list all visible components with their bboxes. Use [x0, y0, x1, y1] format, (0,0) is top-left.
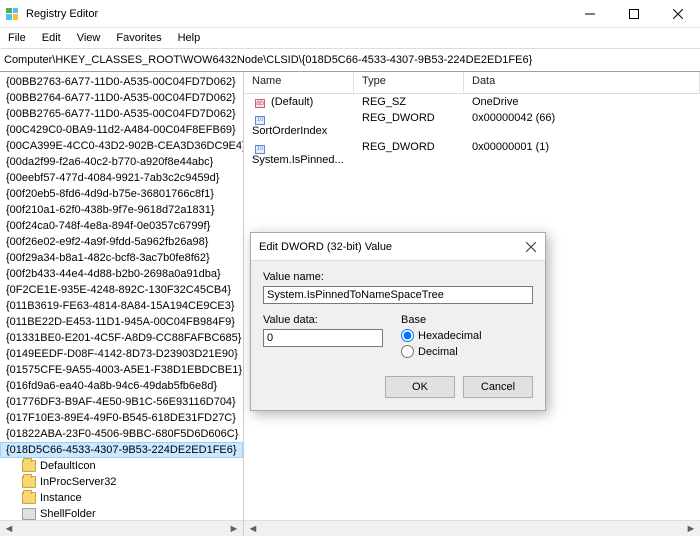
app-icon: [0, 0, 24, 27]
maximize-button[interactable]: [612, 0, 656, 27]
tree-item-selected[interactable]: {018D5C66-4533-4307-9B53-224DE2ED1FE6}: [0, 442, 243, 458]
menu-file[interactable]: File: [8, 32, 26, 44]
value-name-input[interactable]: [263, 286, 533, 304]
value-data: OneDrive: [464, 95, 700, 109]
radio-dec[interactable]: [401, 345, 414, 358]
scroll-right-icon[interactable]: ►: [227, 522, 241, 536]
title-bar: Registry Editor: [0, 0, 700, 28]
tree-item[interactable]: {016fd9a6-ea40-4a8b-94c6-49dab5fb6e8d}: [0, 378, 243, 394]
tree-item[interactable]: {00BB2765-6A77-11D0-A535-00C04FD7D062}: [0, 106, 243, 122]
value-name: SortOrderIndex: [252, 125, 327, 137]
value-data-input[interactable]: [263, 329, 383, 347]
radio-hex[interactable]: [401, 329, 414, 342]
list-body: ab (Default)REG_SZOneDrive10 SortOrderIn…: [244, 94, 700, 168]
tree-child-item[interactable]: DefaultIcon: [0, 458, 243, 474]
tree-item[interactable]: {0F2CE1E-935E-4248-892C-130F32C45CB4}: [0, 282, 243, 298]
tree-pane: {00BB2763-6A77-11D0-A535-00C04FD7D062}{0…: [0, 72, 244, 536]
tree-item[interactable]: {017F10E3-89E4-49F0-B545-618DE31FD27C}: [0, 410, 243, 426]
tree-hscroll[interactable]: ◄ ►: [0, 520, 243, 536]
tree-item[interactable]: {00f2b433-44e4-4d88-b2b0-2698a0a91dba}: [0, 266, 243, 282]
value-name: (Default): [268, 96, 313, 108]
value-data: 0x00000042 (66): [464, 111, 700, 138]
tree-item[interactable]: {00f29a34-b8a1-482c-bcf8-3ac7b0fe8f62}: [0, 250, 243, 266]
list-header: Name Type Data: [244, 72, 700, 94]
tree-item[interactable]: {011B3619-FE63-4814-8A84-15A194CE9CE3}: [0, 298, 243, 314]
value-name: System.IsPinned...: [252, 154, 344, 166]
close-button[interactable]: [656, 0, 700, 27]
tree-child-label: DefaultIcon: [40, 460, 96, 472]
tree-item[interactable]: {00BB2764-6A77-11D0-A535-00C04FD7D062}: [0, 90, 243, 106]
scroll-left-icon[interactable]: ◄: [246, 522, 260, 536]
cancel-button[interactable]: Cancel: [463, 376, 533, 398]
tree-item[interactable]: {00BB2763-6A77-11D0-A535-00C04FD7D062}: [0, 74, 243, 90]
shellfolder-icon: [22, 508, 36, 520]
folder-icon: [22, 460, 36, 472]
tree-item[interactable]: {00f210a1-62f0-438b-9f7e-9618d72a1831}: [0, 202, 243, 218]
tree-item[interactable]: {00da2f99-f2a6-40c2-b770-a920f8e44abc}: [0, 154, 243, 170]
dialog-title: Edit DWORD (32-bit) Value: [259, 241, 392, 253]
tree-item[interactable]: {00f26e02-e9f2-4a9f-9fdd-5a962fb26a98}: [0, 234, 243, 250]
address-text: Computer\HKEY_CLASSES_ROOT\WOW6432Node\C…: [4, 54, 532, 66]
dialog-close-button[interactable]: [517, 233, 545, 261]
col-name[interactable]: Name: [244, 72, 354, 93]
value-name-label: Value name:: [263, 271, 533, 283]
menu-bar: File Edit View Favorites Help: [0, 28, 700, 48]
folder-icon: [22, 492, 36, 504]
window-title: Registry Editor: [24, 0, 568, 27]
value-data: 0x00000001 (1): [464, 140, 700, 167]
tree-item[interactable]: {01575CFE-9A55-4003-A5E1-F38D1EBDCBE1}: [0, 362, 243, 378]
menu-help[interactable]: Help: [178, 32, 201, 44]
tree-child-label: InProcServer32: [40, 476, 116, 488]
tree-child-label: Instance: [40, 492, 82, 504]
menu-edit[interactable]: Edit: [42, 32, 61, 44]
edit-dword-dialog: Edit DWORD (32-bit) Value Value name: Va…: [250, 232, 546, 411]
scroll-right-icon[interactable]: ►: [684, 522, 698, 536]
value-data-label: Value data:: [263, 314, 383, 326]
list-row[interactable]: ab (Default) REG_SZOneDrive: [244, 94, 700, 110]
folder-icon: [22, 476, 36, 488]
menu-view[interactable]: View: [77, 32, 101, 44]
menu-favorites[interactable]: Favorites: [116, 32, 161, 44]
string-icon: ab: [255, 99, 265, 108]
tree-item[interactable]: {01822ABA-23F0-4506-9BBC-680F5D6D606C}: [0, 426, 243, 442]
list-row[interactable]: 10 System.IsPinned... REG_DWORD0x00000001…: [244, 139, 700, 168]
tree-item[interactable]: {01331BE0-E201-4C5F-A8D9-CC88FAFBC685}: [0, 330, 243, 346]
tree-child-label: ShellFolder: [40, 508, 96, 520]
values-hscroll[interactable]: ◄ ►: [244, 520, 700, 536]
tree-child-item[interactable]: InProcServer32: [0, 474, 243, 490]
base-label: Base: [401, 314, 533, 326]
ok-button[interactable]: OK: [385, 376, 455, 398]
tree-child-item[interactable]: Instance: [0, 490, 243, 506]
value-type: REG_DWORD: [354, 111, 464, 138]
tree-item[interactable]: {00f24ca0-748f-4e8a-894f-0e0357c6799f}: [0, 218, 243, 234]
minimize-button[interactable]: [568, 0, 612, 27]
col-data[interactable]: Data: [464, 72, 700, 93]
address-bar[interactable]: Computer\HKEY_CLASSES_ROOT\WOW6432Node\C…: [0, 48, 700, 72]
dword-icon: 10: [255, 116, 265, 125]
tree-item[interactable]: {01776DF3-B9AF-4E50-9B1C-56E93116D704}: [0, 394, 243, 410]
col-type[interactable]: Type: [354, 72, 464, 93]
radio-dec-label: Decimal: [418, 346, 458, 358]
dword-icon: 10: [255, 145, 265, 154]
tree-item[interactable]: {00eebf57-477d-4084-9921-7ab3c2c9459d}: [0, 170, 243, 186]
tree-item[interactable]: {00CA399E-4CC0-43D2-902B-CEA3D36DC9E4}: [0, 138, 243, 154]
dialog-titlebar[interactable]: Edit DWORD (32-bit) Value: [251, 233, 545, 261]
radio-hex-label: Hexadecimal: [418, 330, 482, 342]
values-pane: Name Type Data ab (Default) REG_SZOneDriv…: [244, 72, 700, 536]
value-type: REG_DWORD: [354, 140, 464, 167]
tree-child-item[interactable]: ShellFolder: [0, 506, 243, 520]
scroll-left-icon[interactable]: ◄: [2, 522, 16, 536]
tree-item[interactable]: {00C429C0-0BA9-11d2-A484-00C04F8EFB69}: [0, 122, 243, 138]
tree-item[interactable]: {011BE22D-E453-11D1-945A-00C04FB984F9}: [0, 314, 243, 330]
tree-item[interactable]: {0149EEDF-D08F-4142-8D73-D23903D21E90}: [0, 346, 243, 362]
value-type: REG_SZ: [354, 95, 464, 109]
list-row[interactable]: 10 SortOrderIndex REG_DWORD0x00000042 (66…: [244, 110, 700, 139]
tree-item[interactable]: {00f20eb5-8fd6-4d9d-b75e-36801766c8f1}: [0, 186, 243, 202]
